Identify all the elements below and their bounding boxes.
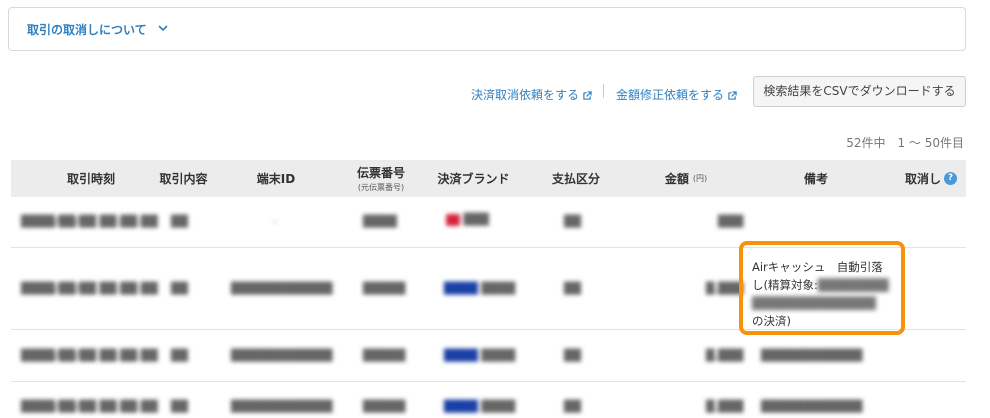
card-brand-icon (446, 214, 460, 226)
row-terminal: ████████████ (231, 282, 333, 295)
accordion-title: 取引の取消しについて (27, 23, 147, 37)
row-brand: ████ ████ (444, 282, 516, 295)
row-slip: ████ (363, 215, 397, 228)
header-content: 取引内容 (159, 172, 208, 186)
chevron-down-icon (158, 25, 168, 32)
header-terminal: 端末ID (256, 172, 296, 186)
row-slip: █████ (363, 282, 406, 295)
header-remarks: 備考 (803, 172, 828, 186)
row-remarks: ████████████ (761, 400, 863, 413)
row-payment: ██ (564, 400, 581, 413)
row-content: ██ (171, 215, 188, 228)
row-terminal: ████████████ (231, 400, 333, 413)
row-content: ██ (171, 282, 188, 295)
table-row[interactable]: ████/██/██ ██:██:██ ██ ████████████ ████… (11, 382, 966, 418)
external-link-icon (728, 91, 737, 100)
row-content: ██ (171, 349, 188, 362)
header-payment: 支払区分 (551, 172, 600, 186)
table-header: 取引時刻 取引内容 端末ID 伝票番号 (元伝票番号) 決済ブランド 支払区分 金… (11, 160, 966, 197)
row-amount: █,███ (706, 282, 744, 295)
cancel-request-label: 決済取消依頼をする (471, 88, 580, 102)
row-slip: █████ (363, 349, 406, 362)
row-payment: ██ (564, 282, 581, 295)
row-content: ██ (171, 400, 188, 413)
highlight-box (739, 241, 905, 335)
row-time: ████/██/██ ██:██:██ (21, 215, 158, 228)
cancel-request-link[interactable]: 決済取消依頼をする (471, 86, 592, 103)
header-slip: 伝票番号 (元伝票番号) (356, 166, 405, 192)
row-payment: ██ (564, 215, 581, 228)
result-count: 52件中 1 ～ 50件目 (846, 136, 964, 150)
row-slip: █████ (363, 400, 406, 413)
external-link-icon (583, 91, 592, 100)
header-amount: 金額 (円) (664, 172, 708, 186)
header-cancel: 取消し? (896, 160, 966, 197)
link-separator (603, 84, 604, 98)
row-remarks: ████████████ (761, 349, 863, 362)
row-payment: ██ (564, 349, 581, 362)
row-amount: █,███ (706, 400, 744, 413)
header-brand: 決済ブランド (437, 172, 510, 186)
header-time: 取引時刻 (66, 172, 115, 186)
row-brand: ████ ████ (444, 349, 516, 362)
row-terminal: ████████████ (231, 349, 333, 362)
card-brand-icon: ████ (444, 400, 478, 413)
amount-fix-request-label: 金額修正依頼をする (616, 88, 725, 102)
cancel-info-accordion[interactable]: 取引の取消しについて (8, 7, 966, 51)
row-time: ████/██/██ ██:██:██ (21, 349, 158, 362)
csv-download-button[interactable]: 検索結果をCSVでダウンロードする (753, 76, 966, 107)
row-amount: ███ (718, 215, 744, 228)
row-amount: █,███ (706, 349, 744, 362)
amount-fix-request-link[interactable]: 金額修正依頼をする (616, 86, 737, 103)
card-brand-icon: ████ (444, 349, 478, 362)
row-brand: ███ (446, 213, 489, 226)
row-time: ████/██/██ ██:██:██ (21, 282, 158, 295)
help-icon[interactable]: ? (944, 172, 957, 185)
row-terminal: - (273, 215, 277, 228)
card-brand-icon: ████ (444, 282, 478, 295)
row-time: ████/██/██ ██:██:██ (21, 400, 158, 413)
row-brand: ████ ████ (444, 400, 516, 413)
table-row[interactable]: ████/██/██ ██:██:██ ██ ████████████ ████… (11, 330, 966, 382)
